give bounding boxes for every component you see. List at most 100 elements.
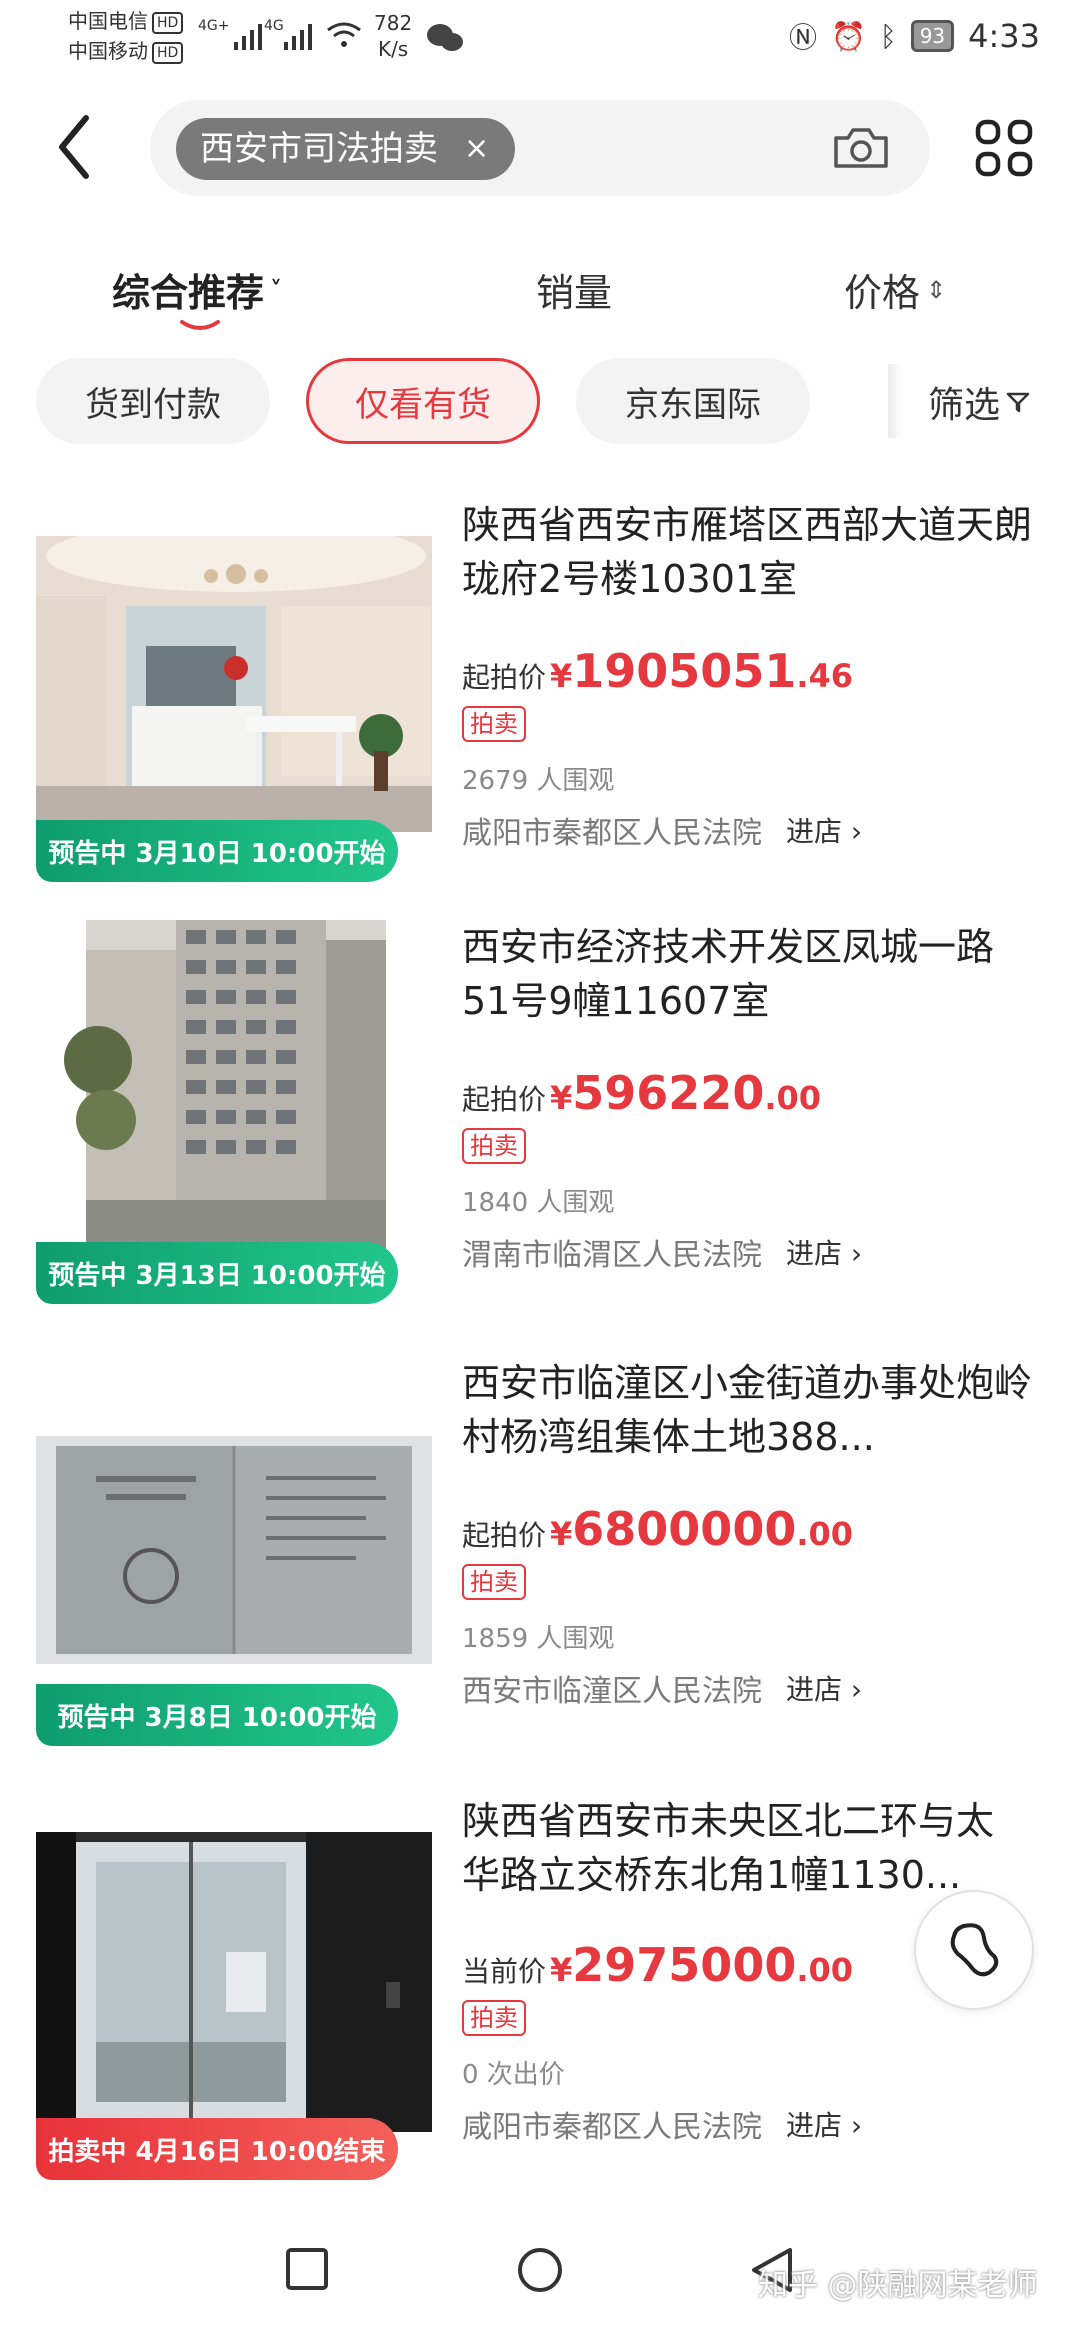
auction-tag: 拍卖 (462, 1128, 526, 1164)
currency-symbol: ¥ (550, 1951, 573, 1989)
nfc-icon: Ⓝ (788, 21, 817, 54)
price: 起拍价 ¥ 596220 .00 (462, 1066, 821, 1120)
status-badge: 预告中 3月10日 10:00开始 (36, 820, 398, 882)
filter-divider (888, 364, 902, 438)
tab-sales[interactable]: 销量 (536, 262, 612, 317)
bid-count: 0 次出价 (462, 2060, 565, 2090)
price-integer: 2975000 (572, 1938, 797, 1992)
product-image[interactable] (36, 1436, 432, 1664)
list-item[interactable]: 预告中 3月10日 10:00开始 陕西省西安市雁塔区西部大道天朗珑府2号楼10… (0, 498, 1080, 928)
view-count: 1840 人围观 (462, 1188, 615, 1218)
signal-icon-2 (284, 24, 312, 50)
product-image[interactable] (36, 1832, 432, 2132)
currency-symbol: ¥ (550, 657, 573, 695)
price-label: 当前价 (462, 1955, 547, 1988)
seller-row: 咸阳市秦都区人民法院 进店 › (462, 2102, 862, 2146)
enter-shop-link[interactable]: 进店 › (786, 2104, 862, 2144)
network-type-2: 4G (264, 18, 284, 34)
price-integer: 6800000 (572, 1502, 797, 1556)
enter-shop-link[interactable]: 进店 › (786, 1668, 862, 1708)
enter-shop-label: 进店 (786, 2109, 843, 2142)
enter-shop-label: 进店 (786, 1237, 843, 1270)
court-name: 西安市临潼区人民法院 (462, 1674, 762, 1709)
price-label: 起拍价 (462, 1519, 547, 1552)
bluetooth-icon: ᛒ (879, 19, 897, 53)
clear-icon[interactable]: × (464, 118, 489, 180)
funnel-icon (1006, 392, 1030, 413)
price: 起拍价 ¥ 1905051 .46 (462, 644, 853, 698)
recents-icon[interactable] (282, 2244, 334, 2296)
tab-price-label: 价格 (844, 271, 921, 315)
listing-title[interactable]: 陕西省西安市雁塔区西部大道天朗珑府2号楼10301室 (462, 498, 1042, 606)
court-name: 咸阳市秦都区人民法院 (462, 2110, 762, 2145)
wifi-icon (327, 22, 361, 47)
currency-symbol: ¥ (550, 1079, 573, 1117)
price: 当前价 ¥ 2975000 .00 (462, 1938, 853, 1992)
listing-title[interactable]: 西安市经济技术开发区凤城一路51号9幢11607室 (462, 920, 1042, 1028)
filter-jd-international[interactable]: 京东国际 (576, 358, 810, 444)
filter-button[interactable]: 筛选 (928, 376, 1030, 428)
court-name: 渭南市临渭区人民法院 (462, 1238, 762, 1273)
price-decimal: .00 (796, 1951, 854, 1989)
camera-icon[interactable] (832, 126, 890, 170)
price-decimal: .00 (796, 1515, 854, 1553)
status-right: Ⓝ ⏰ ᛒ 93 4:33 (789, 16, 1040, 56)
watermark: 知乎 @陕融网某老师 (758, 2268, 1038, 2303)
price-integer: 1905051 (572, 644, 797, 698)
tab-active-indicator (180, 320, 220, 330)
tab-price[interactable]: 价格 ⇕ (844, 262, 946, 317)
auction-tag: 拍卖 (462, 1564, 526, 1600)
back-arrow-icon[interactable] (52, 112, 102, 182)
network-speed: 782 K/s (374, 11, 413, 61)
chevron-down-icon: ˅ (270, 275, 283, 304)
seller-row: 咸阳市秦都区人民法院 进店 › (462, 808, 862, 852)
home-icon[interactable] (514, 2244, 566, 2296)
footprint-button[interactable] (914, 1890, 1034, 2010)
list-item[interactable]: 预告中 3月13日 10:00开始 西安市经济技术开发区凤城一路51号9幢116… (0, 920, 1080, 1350)
enter-shop-link[interactable]: 进店 › (786, 810, 862, 850)
status-badge: 预告中 3月13日 10:00开始 (36, 1242, 398, 1304)
tab-comprehensive[interactable]: 综合推荐 ˅ (112, 262, 282, 317)
list-item[interactable]: 拍卖中 4月16日 10:00结束 陕西省西安市未央区北二环与太华路立交桥东北角… (0, 1784, 1080, 2214)
sort-toggle-icon: ⇕ (926, 275, 947, 304)
price-decimal: .46 (796, 657, 854, 695)
auction-tag: 拍卖 (462, 2000, 526, 2036)
search-input[interactable]: 西安市司法拍卖 × (150, 100, 930, 196)
search-query-text: 西安市司法拍卖 (200, 129, 438, 169)
search-query-chip[interactable]: 西安市司法拍卖 × (176, 118, 516, 180)
status-badge: 预告中 3月8日 10:00开始 (36, 1684, 398, 1746)
auction-tag: 拍卖 (462, 706, 526, 742)
battery-icon: 93 (910, 20, 955, 52)
status-time: 4:33 (968, 17, 1040, 55)
price-integer: 596220 (572, 1066, 765, 1120)
price-decimal: .00 (764, 1079, 822, 1117)
signal-icon (234, 24, 262, 50)
listing-title[interactable]: 陕西省西安市未央区北二环与太华路立交桥东北角1幢1130... (462, 1794, 1022, 1902)
enter-shop-label: 进店 (786, 815, 843, 848)
view-count: 1859 人围观 (462, 1624, 615, 1654)
seller-row: 西安市临潼区人民法院 进店 › (462, 1666, 862, 1710)
product-image[interactable] (36, 920, 432, 1256)
enter-shop-link[interactable]: 进店 › (786, 1232, 862, 1272)
list-item[interactable]: 预告中 3月8日 10:00开始 西安市临潼区小金街道办事处炮岭村杨湾组集体土地… (0, 1352, 1080, 1782)
sort-tabs: 综合推荐 ˅ 销量 价格 ⇕ (0, 250, 1080, 340)
tab-comprehensive-label: 综合推荐 (112, 271, 265, 315)
price-label: 起拍价 (462, 1083, 547, 1116)
alarm-icon: ⏰ (831, 19, 866, 53)
listing-title[interactable]: 西安市临潼区小金街道办事处炮岭村杨湾组集体土地388... (462, 1356, 1042, 1464)
price-label: 起拍价 (462, 661, 547, 694)
filter-button-label: 筛选 (928, 385, 1001, 426)
filter-row: 货到付款 仅看有货 京东国际 筛选 (0, 358, 1080, 448)
price: 起拍价 ¥ 6800000 .00 (462, 1502, 853, 1556)
footprint-icon (950, 1923, 999, 1977)
currency-symbol: ¥ (550, 1515, 573, 1553)
category-grid-icon[interactable] (974, 118, 1034, 178)
product-image[interactable] (36, 536, 432, 832)
view-count: 2679 人围观 (462, 766, 615, 796)
seller-row: 渭南市临渭区人民法院 进店 › (462, 1230, 862, 1274)
carrier-2: 中国移动 HD (68, 38, 184, 64)
carrier-1: 中国电信 HD (68, 8, 184, 34)
network-type-1: 4G+ (198, 18, 230, 34)
filter-cod[interactable]: 货到付款 (36, 358, 270, 444)
filter-in-stock[interactable]: 仅看有货 (306, 358, 540, 444)
